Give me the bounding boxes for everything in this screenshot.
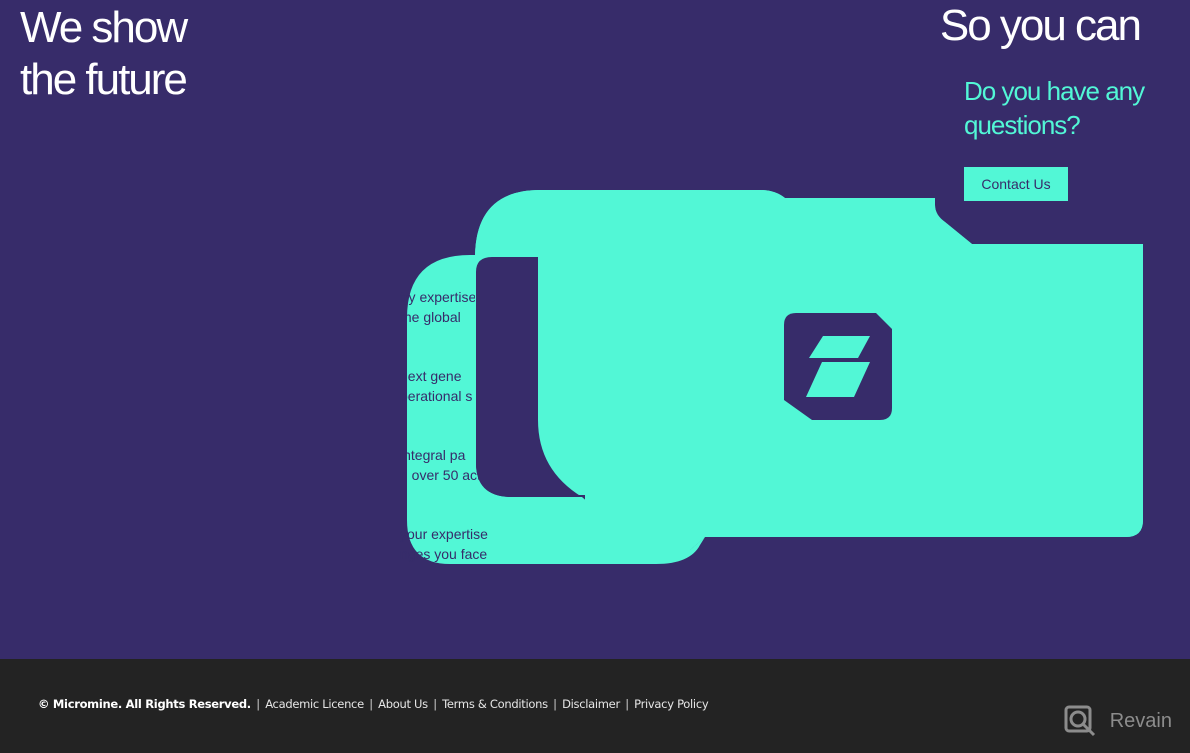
contact-us-button[interactable]: Contact Us xyxy=(964,167,1068,201)
hero-heading-right: So you can xyxy=(939,1,1142,50)
micromine-logo-icon xyxy=(784,313,892,420)
footer-link-disclaimer[interactable]: Disclaimer xyxy=(562,697,620,711)
footer-link-privacy-policy[interactable]: Privacy Policy xyxy=(634,697,708,711)
footer-link-about-us[interactable]: About Us xyxy=(378,697,428,711)
hero-left-line-1: We show xyxy=(20,3,188,52)
revain-label: Revain xyxy=(1109,709,1172,732)
revain-logo-icon xyxy=(1064,705,1095,737)
footer-links: © Micromine. All Rights Reserved. | Acad… xyxy=(38,697,709,711)
hero-heading-left: We show the future xyxy=(20,2,188,106)
feature-list-overlay: try expertise the global next gene perat… xyxy=(400,287,600,603)
footer-link-academic-licence[interactable]: Academic Licence xyxy=(265,697,364,711)
feature-list-item: next gene perational s xyxy=(400,368,473,404)
footer-copyright: © Micromine. All Rights Reserved. xyxy=(38,697,251,711)
feature-list-item: try expertise the global xyxy=(400,289,477,325)
feature-list-item: your expertise nges you face xyxy=(400,526,488,562)
questions-heading: Do you have any questions? xyxy=(964,76,1145,140)
revain-watermark: Revain xyxy=(1064,705,1172,737)
hero-left-line-2: the future xyxy=(20,55,188,104)
feature-list-item: integral pa n over 50 activ xyxy=(400,447,492,483)
footer-link-terms[interactable]: Terms & Conditions xyxy=(442,697,548,711)
footer: © Micromine. All Rights Reserved. | Acad… xyxy=(0,659,1190,753)
